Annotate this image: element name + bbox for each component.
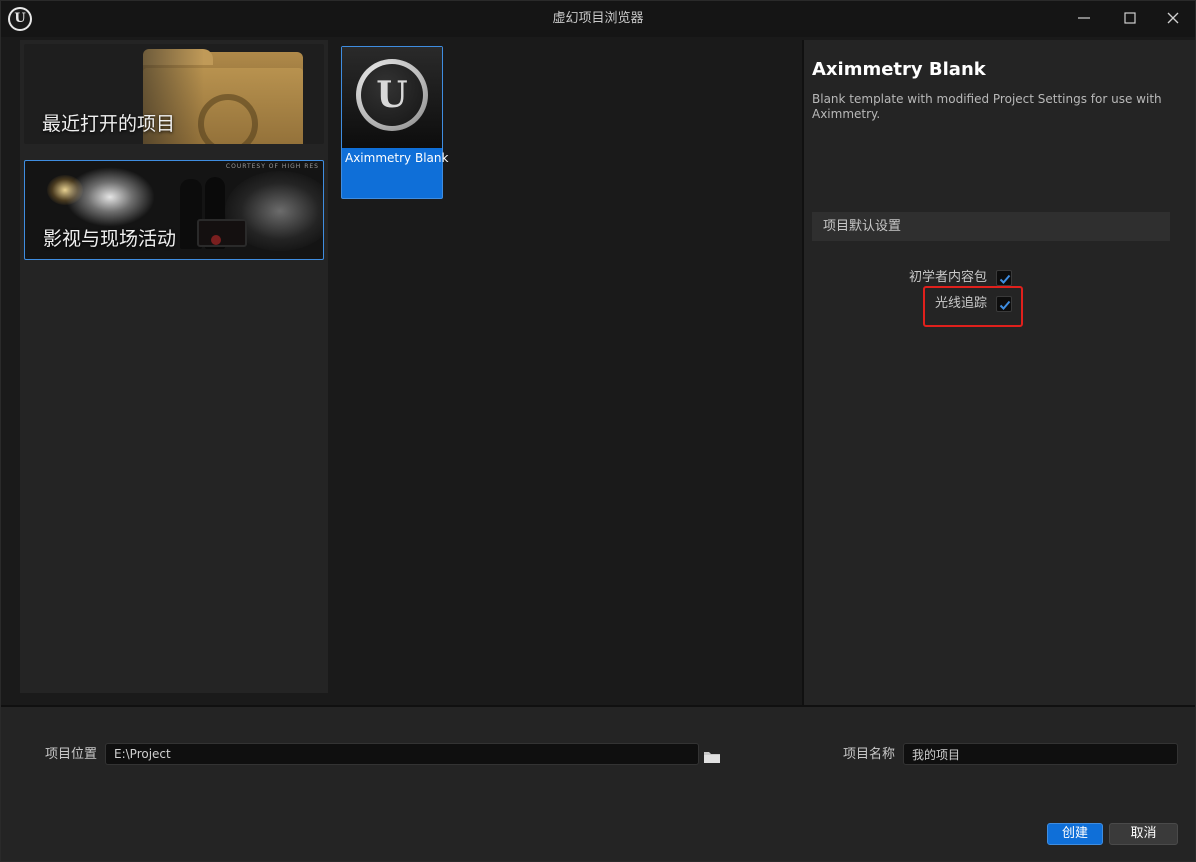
minimize-icon	[1078, 17, 1090, 19]
project-browser-window: U 虚幻项目浏览器 最近打开的项目 COURTESY OF HIGH RES 影…	[0, 0, 1196, 862]
category-label: 影视与现场活动	[43, 228, 177, 250]
template-tile-aximmetry-blank[interactable]: U Aximmetry Blank	[341, 46, 448, 199]
starter-content-checkbox[interactable]	[996, 270, 1012, 286]
project-location-input[interactable]	[106, 744, 698, 764]
create-button[interactable]: 创建	[1047, 823, 1103, 845]
category-recent-projects[interactable]: 最近打开的项目	[24, 44, 324, 144]
option-label: 初学者内容包	[908, 270, 987, 285]
cancel-button[interactable]: 取消	[1109, 823, 1178, 845]
maximize-button[interactable]	[1110, 4, 1150, 32]
logo-inner: U	[361, 64, 423, 126]
logo-letter: U	[376, 74, 408, 116]
project-settings-bar: 项目位置 项目名称 创建 取消	[1, 707, 1195, 861]
details-title: Aximmetry Blank	[812, 59, 986, 80]
template-thumbnail: U	[342, 47, 442, 148]
browse-folder-button[interactable]	[703, 749, 721, 765]
template-grid: U Aximmetry Blank	[334, 40, 802, 693]
project-name-label: 项目名称	[843, 747, 896, 762]
checkmark-icon	[999, 274, 1011, 284]
close-icon	[1167, 12, 1179, 24]
project-name-field[interactable]	[903, 743, 1178, 765]
stage-light	[65, 167, 155, 227]
category-label: 最近打开的项目	[42, 113, 176, 135]
section-title: 项目默认设置	[823, 219, 902, 234]
minimize-button[interactable]	[1064, 4, 1104, 32]
category-film-live-events[interactable]: COURTESY OF HIGH RES 影视与现场活动	[24, 160, 324, 260]
category-panel: 最近打开的项目 COURTESY OF HIGH RES 影视与现场活动	[20, 40, 328, 693]
window-title: 虚幻项目浏览器	[552, 11, 644, 26]
project-defaults-header: 项目默认设置	[812, 212, 1170, 241]
folder-icon	[704, 752, 720, 763]
unreal-engine-logo-icon: U	[356, 59, 428, 131]
title-bar[interactable]: U 虚幻项目浏览器	[1, 1, 1195, 37]
image-credit: COURTESY OF HIGH RES	[225, 163, 319, 170]
camera-rig	[197, 219, 247, 247]
project-location-field[interactable]	[105, 743, 699, 765]
details-description: Blank template with modified Project Set…	[812, 92, 1162, 121]
project-name-input[interactable]	[904, 744, 1177, 764]
camera-rig-light	[211, 235, 221, 245]
template-details-panel: Aximmetry Blank Blank template with modi…	[804, 40, 1195, 705]
close-button[interactable]	[1153, 4, 1193, 32]
maximize-icon	[1124, 12, 1136, 24]
project-location-label: 项目位置	[45, 747, 98, 762]
annotation-highlight-box	[923, 286, 1023, 327]
template-name: Aximmetry Blank	[345, 151, 449, 165]
